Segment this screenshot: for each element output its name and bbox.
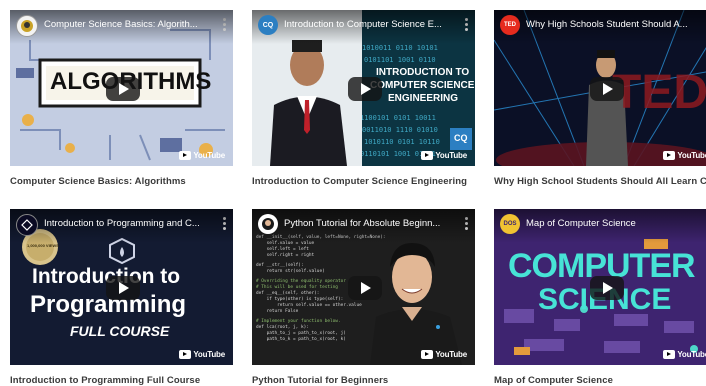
seal-text: 1,000,000 VIEWS — [27, 243, 59, 248]
youtube-label: YouTube — [677, 151, 706, 160]
code-line: return False — [256, 309, 299, 314]
video-thumbnail[interactable]: 1,000,000 VIEWS Introduction to Programm… — [10, 209, 233, 365]
youtube-label: YouTube — [193, 350, 225, 359]
youtube-logo[interactable]: YouTube — [179, 350, 225, 359]
video-card-3[interactable]: TEDx TED Why High Schools Student Should… — [494, 10, 706, 187]
video-title[interactable]: Map of Computer Science — [526, 218, 690, 229]
ted-channel-icon[interactable]: TED — [500, 15, 520, 35]
video-card-5[interactable]: def __init__(self, value, left=None, rig… — [252, 209, 475, 386]
svg-text:1010011 0110 10101: 1010011 0110 10101 — [362, 44, 438, 52]
youtube-logo[interactable]: YouTube — [421, 350, 467, 359]
thumbnail-art-text-line-2: COMPUTER SCIENCE — [370, 80, 475, 91]
youtube-label: YouTube — [435, 350, 467, 359]
svg-text:1010110 0101 10110: 1010110 0101 10110 — [364, 138, 440, 146]
video-card-6[interactable]: COMPUTER SCIENCE DOS Map of Computer Sci… — [494, 209, 706, 386]
svg-text:1100101 0101 10011: 1100101 0101 10011 — [360, 114, 436, 122]
video-caption[interactable]: Computer Science Basics: Algorithms — [10, 176, 250, 187]
video-caption[interactable]: Introduction to Computer Science Enginee… — [252, 176, 492, 187]
youtube-logo[interactable]: YouTube — [663, 350, 706, 359]
youtube-icon — [421, 350, 434, 359]
corner-badge: CQ — [454, 133, 468, 143]
dos-channel-icon[interactable]: DOS — [500, 214, 520, 234]
video-title[interactable]: Why High Schools Student Should A... — [526, 19, 690, 30]
video-caption[interactable]: Python Tutorial for Beginners — [252, 375, 492, 386]
video-title[interactable]: Introduction to Computer Science E... — [284, 19, 448, 30]
youtube-icon — [179, 151, 192, 160]
code-line: return str(self.value) — [256, 269, 325, 274]
youtube-icon — [663, 151, 676, 160]
video-thumbnail[interactable]: ALGORITHMS Computer Science Basics: Algo… — [10, 10, 233, 166]
video-header: DOS Map of Computer Science — [494, 209, 706, 243]
video-thumbnail[interactable]: TEDx TED Why High Schools Student Should… — [494, 10, 706, 166]
play-button-icon[interactable] — [348, 77, 382, 101]
video-caption[interactable]: Map of Computer Science — [494, 375, 706, 386]
thumbnail-art-text-line-3: ENGINEERING — [388, 93, 459, 104]
video-header: CQ Introduction to Computer Science E... — [252, 10, 475, 44]
youtube-label: YouTube — [193, 151, 225, 160]
channel-avatar-icon[interactable] — [258, 214, 278, 234]
tedx-logo-art: TEDx — [612, 66, 706, 119]
svg-text:0101101 1001 0110: 0101101 1001 0110 — [364, 56, 436, 64]
video-card-4[interactable]: 1,000,000 VIEWS Introduction to Programm… — [10, 209, 233, 386]
code-line: path_to_k = path_to_x(root, k) — [256, 337, 346, 342]
youtube-logo[interactable]: YouTube — [179, 151, 225, 160]
youtube-label: YouTube — [435, 151, 467, 160]
video-thumbnail[interactable]: 1010011 0110 10101 0101101 1001 0110 1100… — [252, 10, 475, 166]
video-caption[interactable]: Why High School Students Should All Lear… — [494, 176, 706, 187]
video-title[interactable]: Python Tutorial for Absolute Beginn... — [284, 218, 448, 229]
channel-avatar-icon[interactable] — [16, 15, 38, 37]
play-button-icon[interactable] — [348, 276, 382, 300]
channel-avatar-icon[interactable]: CQ — [258, 15, 278, 35]
video-header: TED Why High Schools Student Should A... — [494, 10, 706, 44]
thumbnail-art-text-line-3: FULL COURSE — [70, 323, 170, 339]
video-thumbnail[interactable]: COMPUTER SCIENCE DOS Map of Computer Sci… — [494, 209, 706, 365]
video-header: Python Tutorial for Absolute Beginn... — [252, 209, 475, 243]
play-button-icon[interactable] — [590, 276, 624, 300]
play-button-icon[interactable] — [590, 77, 624, 101]
video-thumbnail[interactable]: def __init__(self, value, left=None, rig… — [252, 209, 475, 365]
svg-text:0011010 1110 01010: 0011010 1110 01010 — [362, 126, 438, 134]
play-button-icon[interactable] — [106, 276, 140, 300]
youtube-icon — [663, 350, 676, 359]
code-snippet: def __init__(self, value, left=None, rig… — [256, 235, 406, 343]
video-caption[interactable]: Introduction to Programming Full Course — [10, 375, 250, 386]
youtube-logo[interactable]: YouTube — [663, 151, 706, 160]
video-header: Introduction to Programming and C... — [10, 209, 233, 243]
youtube-label: YouTube — [677, 350, 706, 359]
video-title[interactable]: Computer Science Basics: Algorith... — [44, 19, 208, 30]
video-card-2[interactable]: 1010011 0110 10101 0101101 1001 0110 1100… — [252, 10, 475, 187]
thumbnail-art-text-line-1: INTRODUCTION TO — [376, 67, 470, 78]
video-header: Computer Science Basics: Algorith... — [10, 10, 233, 44]
code-line: self.right = right — [256, 253, 315, 258]
video-title[interactable]: Introduction to Programming and C... — [44, 218, 208, 229]
video-card-1[interactable]: ALGORITHMS Computer Science Basics: Algo… — [10, 10, 233, 187]
youtube-icon — [179, 350, 192, 359]
play-button-icon[interactable] — [106, 77, 140, 101]
youtube-icon — [421, 151, 434, 160]
freecodecamp-channel-icon[interactable] — [16, 214, 38, 236]
youtube-logo[interactable]: YouTube — [421, 151, 467, 160]
